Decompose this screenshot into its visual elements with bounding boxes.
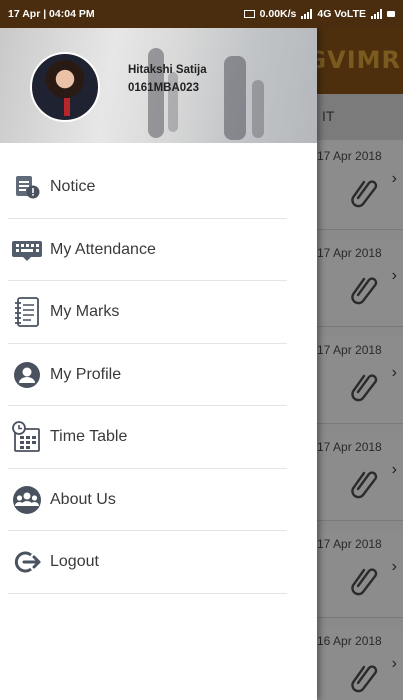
status-time: 17 Apr | 04:04 PM	[8, 8, 95, 20]
user-name: Hitakshi Satija	[128, 64, 207, 76]
menu-label: About Us	[50, 490, 116, 508]
list-item[interactable]: 17 Apr 2018 ›	[316, 239, 403, 327]
data-saver-icon	[243, 10, 255, 18]
list-item[interactable]: 17 Apr 2018 ›	[316, 336, 403, 424]
profile-icon	[11, 359, 43, 391]
attendance-icon	[11, 234, 43, 266]
drawer-menu: Notice My Attendance My Marks My Profile…	[0, 156, 317, 594]
notice-icon	[11, 171, 43, 203]
timetable-icon	[11, 421, 43, 453]
network-type: 4G VoLTE	[317, 8, 366, 20]
menu-label: Time Table	[50, 428, 128, 446]
notice-date: 17 Apr 2018	[317, 246, 382, 260]
attachment-icon	[351, 180, 378, 208]
logout-icon	[11, 546, 43, 578]
menu-item-my-profile[interactable]: My Profile	[0, 344, 317, 407]
background-photo-figure	[168, 72, 178, 132]
menu-label: My Marks	[50, 303, 120, 321]
chevron-right-icon: ›	[391, 267, 397, 284]
network-speed: 0.00K/s	[259, 8, 297, 20]
background-photo-figure-2	[224, 56, 246, 140]
notice-date: 17 Apr 2018	[317, 149, 382, 163]
signal-icon	[301, 9, 313, 19]
status-bar: 17 Apr | 04:04 PM 0.00K/s 4G VoLTE	[0, 0, 403, 28]
notice-date: 17 Apr 2018	[317, 537, 382, 551]
drawer-header: Hitakshi Satija 0161MBA023	[0, 28, 317, 143]
attachment-icon	[351, 277, 378, 305]
notice-list: 17 Apr 2018 › 17 Apr 2018 › 17 Apr 2018 …	[316, 142, 403, 700]
menu-item-about-us[interactable]: About Us	[0, 469, 317, 532]
menu-item-time-table[interactable]: Time Table	[0, 406, 317, 469]
navigation-drawer: Hitakshi Satija 0161MBA023 Notice My Att…	[0, 28, 317, 700]
chevron-right-icon: ›	[391, 170, 397, 187]
user-id: 0161MBA023	[128, 82, 199, 94]
list-item[interactable]: 16 Apr 2018 ›	[316, 627, 403, 700]
menu-item-notice[interactable]: Notice	[0, 156, 317, 219]
list-item[interactable]: 17 Apr 2018 ›	[316, 433, 403, 521]
avatar[interactable]	[30, 52, 100, 122]
menu-label: Logout	[50, 553, 99, 571]
tab-it[interactable]: IT	[322, 108, 334, 124]
attachment-icon	[351, 665, 378, 693]
notice-date: 17 Apr 2018	[317, 343, 382, 357]
background-photo-figure-3	[252, 80, 264, 138]
battery-icon	[387, 11, 395, 17]
menu-item-my-marks[interactable]: My Marks	[0, 281, 317, 344]
about-us-icon	[11, 484, 43, 516]
attachment-icon	[351, 374, 378, 402]
chevron-right-icon: ›	[391, 461, 397, 478]
chevron-right-icon: ›	[391, 364, 397, 381]
menu-label: Notice	[50, 178, 96, 196]
list-item[interactable]: 17 Apr 2018 ›	[316, 142, 403, 230]
notice-date: 16 Apr 2018	[317, 634, 382, 648]
marks-icon	[11, 296, 43, 328]
menu-item-logout[interactable]: Logout	[0, 531, 317, 594]
notice-date: 17 Apr 2018	[317, 440, 382, 454]
list-item[interactable]: 17 Apr 2018 ›	[316, 530, 403, 618]
menu-label: My Profile	[50, 365, 122, 383]
status-indicators: 0.00K/s 4G VoLTE	[243, 8, 395, 20]
signal-icon-2	[371, 9, 382, 19]
chevron-right-icon: ›	[391, 558, 397, 575]
menu-item-my-attendance[interactable]: My Attendance	[0, 219, 317, 282]
app-logo: GVIMR	[306, 46, 401, 74]
chevron-right-icon: ›	[391, 655, 397, 672]
menu-label: My Attendance	[50, 240, 156, 258]
attachment-icon	[351, 471, 378, 499]
attachment-icon	[351, 568, 378, 596]
